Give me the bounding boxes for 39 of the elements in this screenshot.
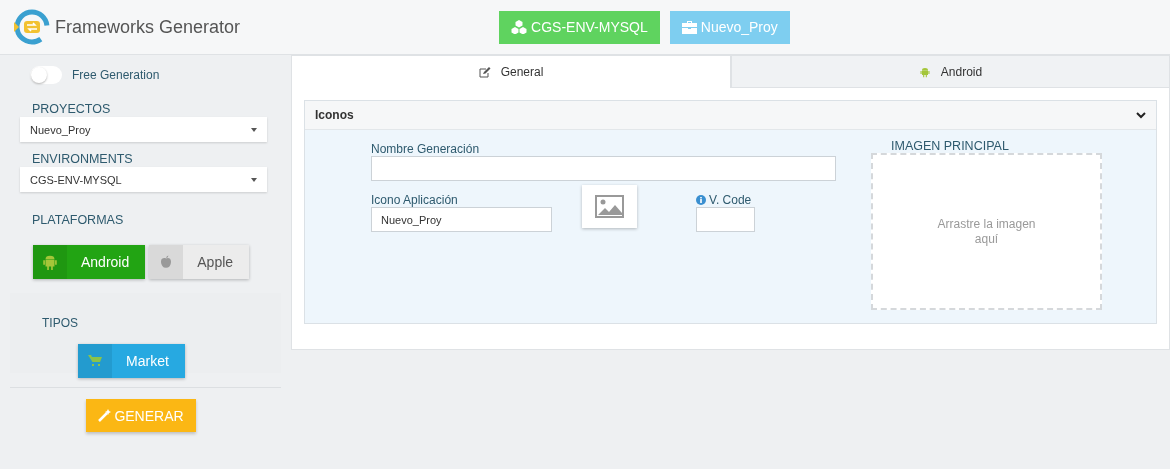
section-label: TIPOS <box>42 316 78 330</box>
section-label: PROYECTOS <box>31 102 112 116</box>
panel-header[interactable]: Iconos <box>305 101 1156 130</box>
chevron-icon <box>1136 111 1146 119</box>
icon-input-field[interactable]: Nuevo_Proy <box>371 207 552 232</box>
project-badge: Nuevo_Proy <box>669 10 790 44</box>
cubes-icon <box>511 20 528 34</box>
field-label: Nombre Generación <box>371 141 481 156</box>
android-icon <box>41 253 59 271</box>
drop-hint: Arrastre la imagen aquí <box>936 216 1037 247</box>
free-generation-switch[interactable] <box>30 66 62 84</box>
tab[interactable]: Android <box>731 55 1170 88</box>
environment-badge: CGS-ENV-MYSQL <box>499 10 660 44</box>
image-button[interactable] <box>582 185 637 228</box>
edit-icon <box>478 66 491 78</box>
android-icon <box>918 65 931 78</box>
cart-icon <box>88 355 103 367</box>
app-title: Frameworks Generator <box>55 16 241 38</box>
environment-select[interactable]: CGS-ENV-MYSQL <box>20 167 267 192</box>
image-icon <box>595 195 624 218</box>
apple-toggle-button[interactable]: Apple <box>149 245 250 279</box>
magic-wand-icon <box>98 409 112 422</box>
caret-icon <box>251 177 257 182</box>
section-label: PLATAFORMAS <box>31 213 125 227</box>
tab[interactable]: General <box>291 55 731 88</box>
drop-zone-label: IMAGEN PRINCIPAL <box>891 139 1009 153</box>
project-select[interactable]: Nuevo_Proy <box>20 117 267 142</box>
briefcase-icon <box>681 20 697 34</box>
caret-icon <box>251 127 257 132</box>
apple-icon <box>160 255 173 269</box>
version-code-input-field[interactable] <box>696 207 755 232</box>
section-label: ENVIRONMENTS <box>31 152 134 166</box>
logo-icon <box>12 8 50 46</box>
field-label: Icono Aplicación <box>371 192 459 207</box>
switch-label: Free Generation <box>72 68 160 82</box>
panel-title: Iconos <box>315 108 354 122</box>
name-input-field[interactable] <box>371 156 836 181</box>
field-label: V. Code <box>696 192 755 207</box>
info-icon <box>696 194 706 205</box>
